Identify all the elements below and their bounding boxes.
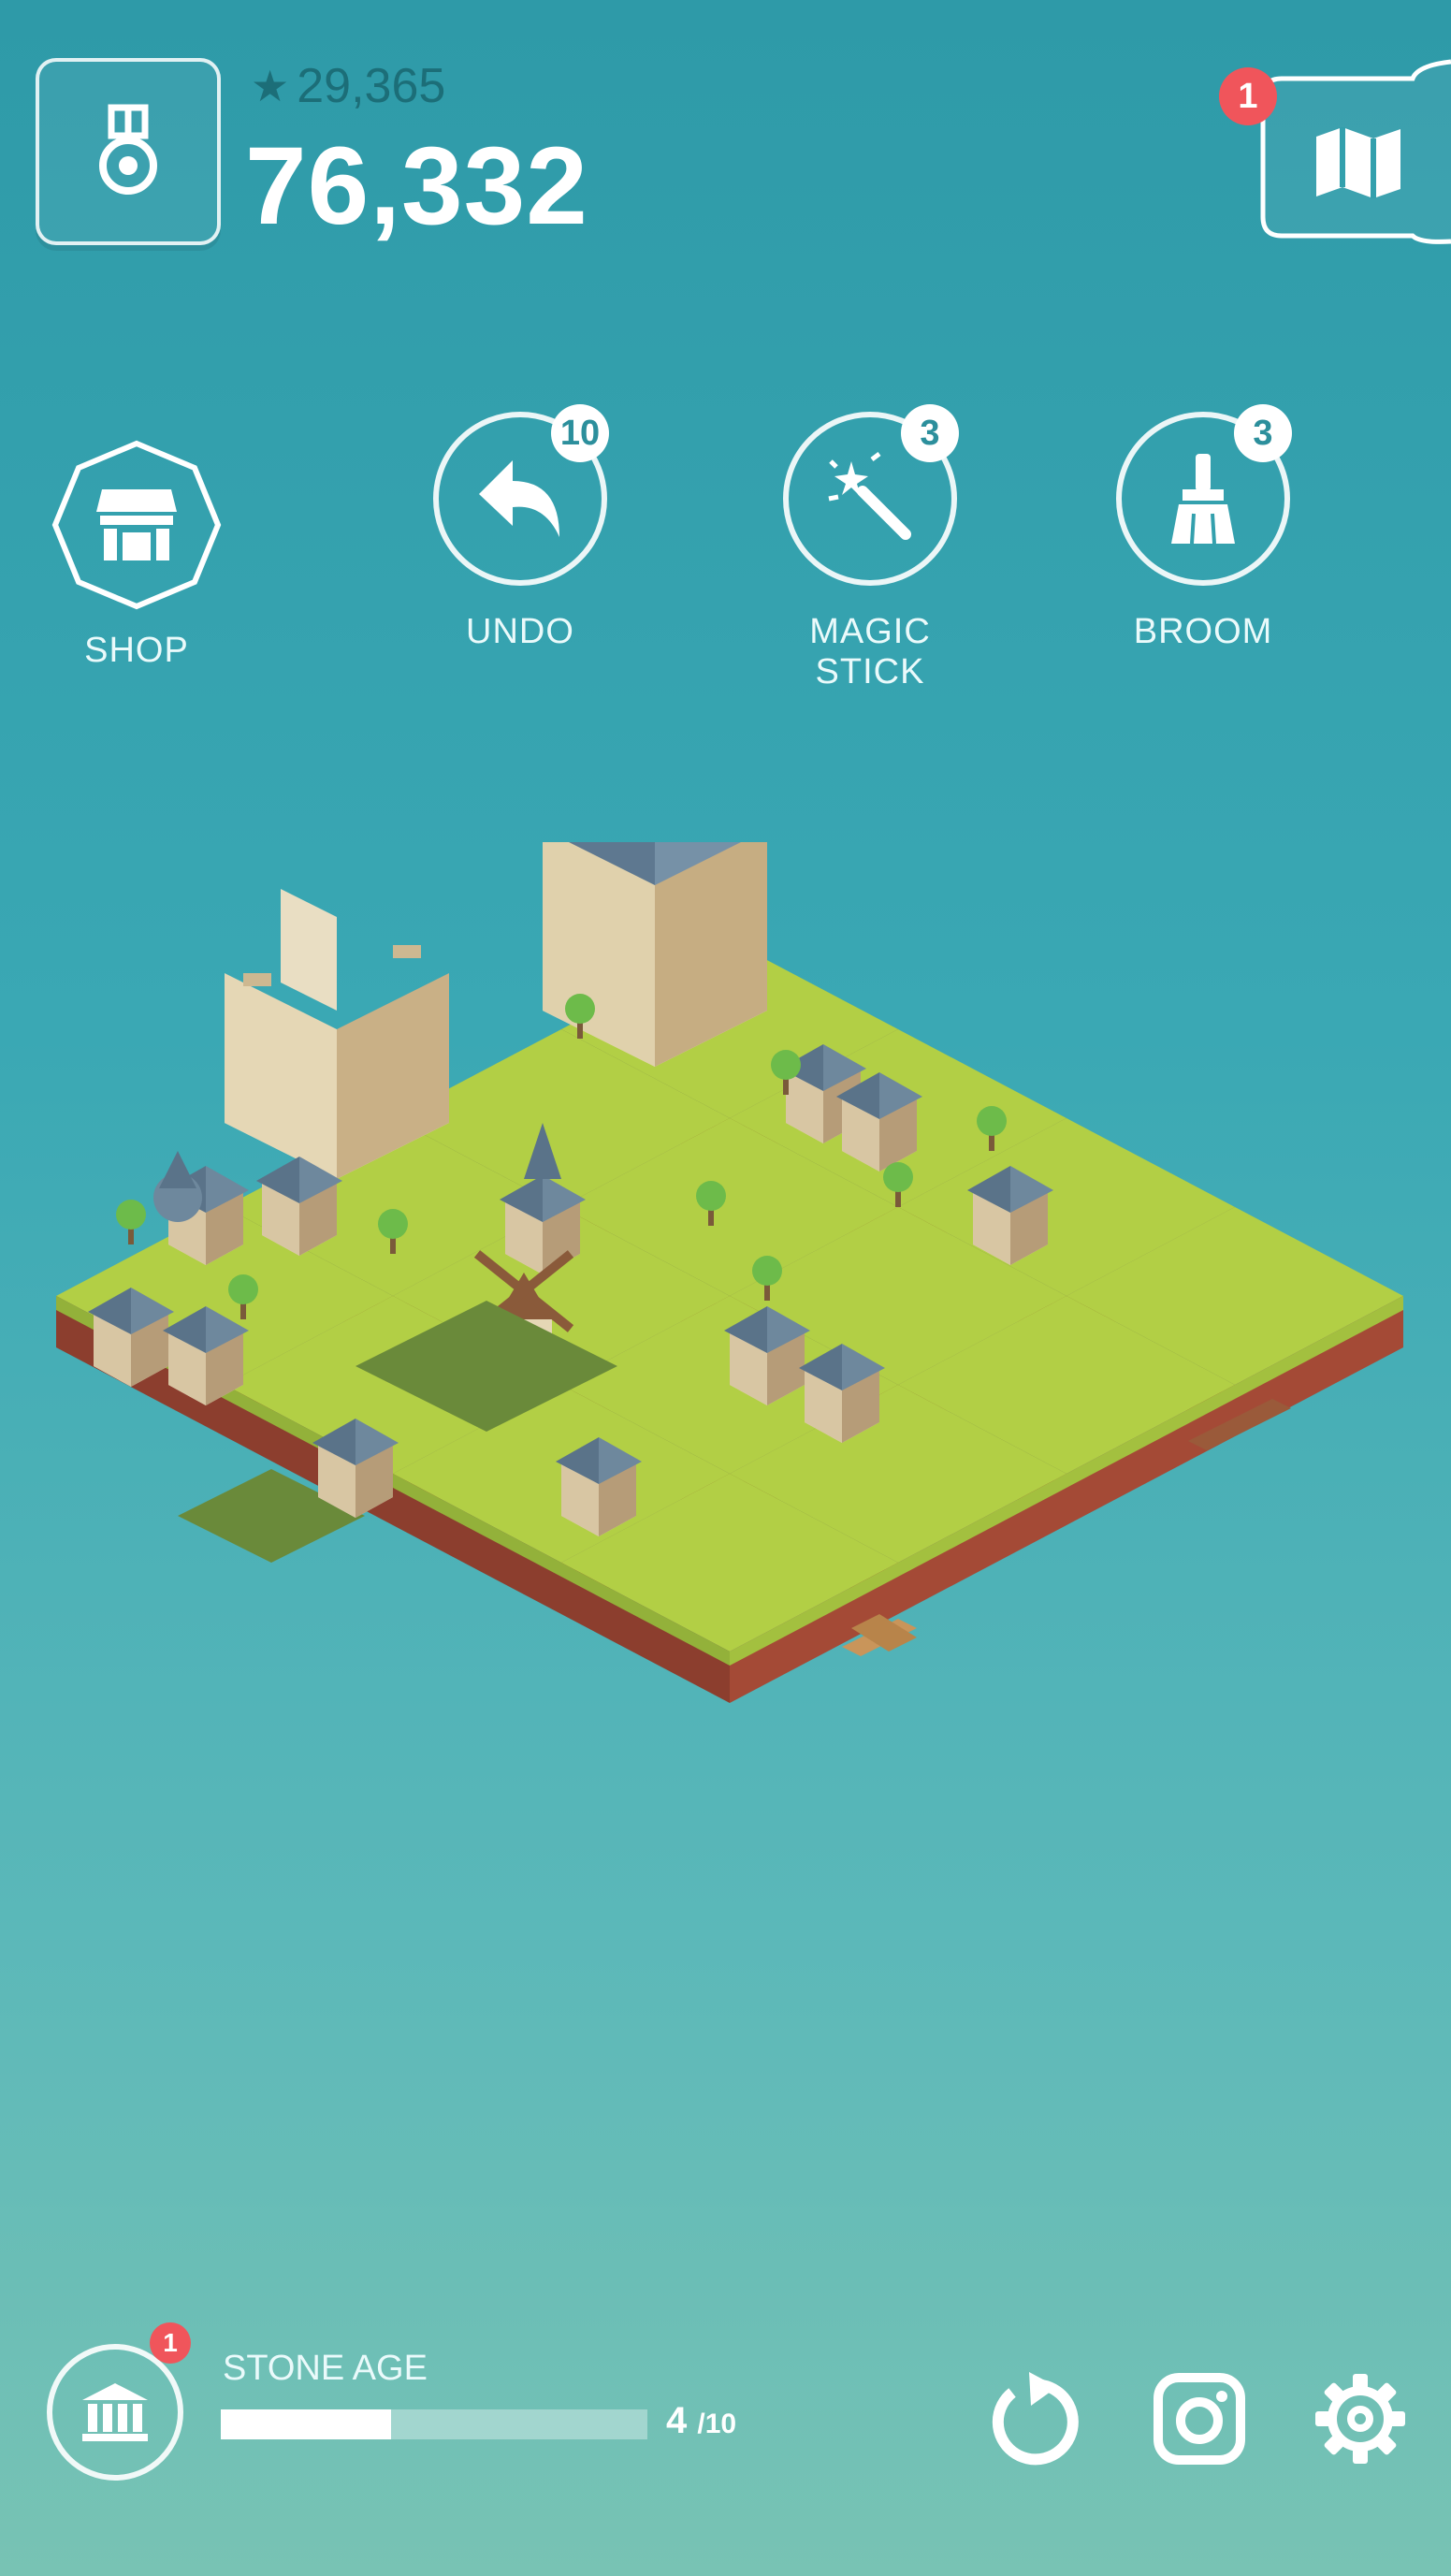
age-progress-fill (221, 2409, 392, 2439)
castle-keep (225, 889, 449, 1179)
museum-icon (82, 2383, 148, 2441)
map-icon (1316, 127, 1400, 198)
shop-icon (96, 489, 177, 560)
broom-icon (1171, 454, 1235, 545)
magic-stick-button[interactable]: 3 MAGIC STICK (767, 404, 973, 692)
restart-icon[interactable] (984, 2372, 1081, 2469)
broom-count-badge: 3 (1234, 404, 1292, 462)
map-button[interactable] (1254, 58, 1451, 245)
game-board[interactable] (56, 842, 1403, 2077)
undo-label: UNDO (466, 612, 574, 651)
shop-label: SHOP (84, 631, 189, 670)
shop-button[interactable]: SHOP (34, 438, 239, 671)
current-score: 76,332 (245, 124, 588, 248)
undo-icon (479, 460, 559, 537)
undo-count-badge: 10 (551, 404, 609, 462)
museum-notification-badge: 1 (150, 2322, 191, 2364)
medal-icon (99, 104, 157, 195)
magic-stick-count-badge: 3 (901, 404, 959, 462)
best-score-value: 29,365 (297, 59, 446, 113)
museum-button[interactable] (47, 2344, 183, 2481)
broom-label: BROOM (1133, 612, 1273, 651)
map-notification-badge: 1 (1219, 67, 1277, 125)
best-score: ★ 29,365 (251, 58, 445, 114)
achievements-button[interactable] (36, 58, 221, 245)
age-progress-bar (221, 2409, 647, 2439)
settings-icon[interactable] (1313, 2372, 1407, 2466)
undo-button[interactable]: 10 UNDO (417, 404, 623, 652)
age-progress-current: 4 (666, 2400, 688, 2441)
magic-stick-icon (828, 452, 911, 540)
star-icon: ★ (251, 62, 290, 110)
broom-button[interactable]: 3 BROOM (1100, 404, 1306, 652)
magic-stick-label: MAGIC STICK (809, 612, 931, 691)
age-label: STONE AGE (223, 2349, 428, 2388)
age-progress-count: 4 /10 (666, 2400, 736, 2442)
instagram-icon[interactable] (1153, 2372, 1246, 2466)
age-progress-total: /10 (697, 2409, 737, 2439)
